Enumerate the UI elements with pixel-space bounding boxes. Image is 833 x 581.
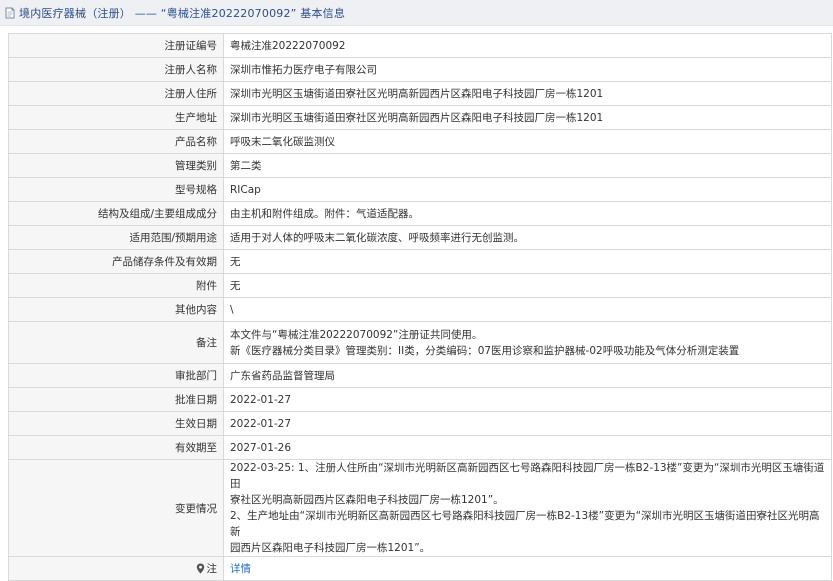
row-value: 第二类 xyxy=(223,153,832,178)
row-label: 其他内容 xyxy=(8,297,224,322)
table-row: 结构及组成/主要组成成分 由主机和附件组成。附件：气道适配器。 xyxy=(8,201,832,226)
document-icon xyxy=(4,7,16,19)
table-row: 产品储存条件及有效期无 xyxy=(8,249,832,274)
table-row: 备注 本文件与“粤械注准20222070092”注册证共同使用。新《医疗器械分类目… xyxy=(8,321,832,364)
table-row-footer: 注详情 xyxy=(8,556,832,581)
row-value: 2022-03-25: 1、注册人住所由“深圳市光明新区高新园西区七号路森阳科技… xyxy=(223,459,832,557)
row-value: RICap xyxy=(223,177,832,202)
row-value-line: 2022-03-25: 1、注册人住所由“深圳市光明新区高新园西区七号路森阳科技… xyxy=(230,462,825,490)
row-value: 2022-01-27 xyxy=(223,411,832,436)
footer-value-cell: 详情 xyxy=(223,556,832,581)
row-value: 广东省药品监督管理局 xyxy=(223,363,832,388)
row-value: 深圳市惟拓力医疗电子有限公司 xyxy=(223,57,832,82)
details-link[interactable]: 详情 xyxy=(230,563,251,575)
table-row: 审批部门 广东省药品监督管理局 xyxy=(8,363,832,388)
row-label: 管理类别 xyxy=(8,153,224,178)
row-value-line: 广东省药品监督管理局 xyxy=(230,369,335,382)
page-header: 境内医疗器械（注册） —— “粤械注准20222070092” 基本信息 xyxy=(0,0,833,26)
row-value: 本文件与“粤械注准20222070092”注册证共同使用。新《医疗器械分类目录》… xyxy=(223,321,832,364)
row-label: 附件 xyxy=(8,273,224,298)
table-row: 变更情况 2022-03-25: 1、注册人住所由“深圳市光明新区高新园西区七号路… xyxy=(8,459,832,557)
footer-label-cell: 注 xyxy=(8,556,224,581)
row-value-line: 2022-01-27 xyxy=(230,417,292,430)
table-row: 其他内容 \ xyxy=(8,297,832,322)
row-label: 注册人住所 xyxy=(8,81,224,106)
row-value: 无 xyxy=(223,249,832,274)
table-row: 附件无 xyxy=(8,273,832,298)
row-value-line: 园西片区森阳电子科技园厂房一栋1201”。 xyxy=(230,542,431,554)
location-pin-icon xyxy=(196,563,205,574)
table-row: 注册人名称 深圳市惟拓力医疗电子有限公司 xyxy=(8,57,832,82)
row-value: 无 xyxy=(223,273,832,298)
row-value: 粤械注准20222070092 xyxy=(223,33,832,58)
row-label: 产品储存条件及有效期 xyxy=(8,249,224,274)
footer-label-group: 注 xyxy=(196,561,218,576)
table-row: 注册人住所 深圳市光明区玉塘街道田寮社区光明高新园西片区森阳电子科技园厂房一栋12… xyxy=(8,81,832,106)
table-row: 批准日期 2022-01-27 xyxy=(8,387,832,412)
row-value-line: 2027-01-26 xyxy=(230,441,292,454)
row-value-line: 适用于对人体的呼吸末二氧化碳浓度、呼吸频率进行无创监测。 xyxy=(230,231,524,244)
row-label: 注册人名称 xyxy=(8,57,224,82)
row-value-line: 2、生产地址由“深圳市光明新区高新园西区七号路森阳科技园厂房一栋B2-13楼”变… xyxy=(230,510,820,538)
table-row: 管理类别 第二类 xyxy=(8,153,832,178)
row-label: 审批部门 xyxy=(8,363,224,388)
row-value-line: 无 xyxy=(230,279,241,292)
row-value: 深圳市光明区玉塘街道田寮社区光明高新园西片区森阳电子科技园厂房一栋1201 xyxy=(223,81,832,106)
table-row: 有效期至 2027-01-26 xyxy=(8,435,832,460)
row-label: 有效期至 xyxy=(8,435,224,460)
info-table-body: 注册证编号 粤械注准20222070092 注册人名称 深圳市惟拓力医疗电子有限公司注… xyxy=(8,33,832,581)
row-value: \ xyxy=(223,297,832,322)
row-label: 生产地址 xyxy=(8,105,224,130)
row-value: 由主机和附件组成。附件：气道适配器。 xyxy=(223,201,832,226)
row-value-line: \ xyxy=(230,303,234,316)
row-value: 2022-01-27 xyxy=(223,387,832,412)
row-label: 批准日期 xyxy=(8,387,224,412)
row-value-line: 粤械注准20222070092 xyxy=(230,39,346,52)
row-value-line: 呼吸末二氧化碳监测仪 xyxy=(230,135,335,148)
table-row: 注册证编号 粤械注准20222070092 xyxy=(8,33,832,58)
row-value: 适用于对人体的呼吸末二氧化碳浓度、呼吸频率进行无创监测。 xyxy=(223,225,832,250)
row-label: 注册证编号 xyxy=(8,33,224,58)
row-label: 产品名称 xyxy=(8,129,224,154)
info-table: 注册证编号 粤械注准20222070092 注册人名称 深圳市惟拓力医疗电子有限公司注… xyxy=(8,33,832,581)
row-label: 型号规格 xyxy=(8,177,224,202)
table-row: 型号规格 RICap xyxy=(8,177,832,202)
row-label: 结构及组成/主要组成成分 xyxy=(8,201,224,226)
row-value-line: 深圳市光明区玉塘街道田寮社区光明高新园西片区森阳电子科技园厂房一栋1201 xyxy=(230,111,604,124)
row-value-line: 寮社区光明高新园西片区森阳电子科技园厂房一栋1201”。 xyxy=(230,494,504,506)
row-label: 备注 xyxy=(8,321,224,364)
row-value: 呼吸末二氧化碳监测仪 xyxy=(223,129,832,154)
row-label: 生效日期 xyxy=(8,411,224,436)
row-value-line: 深圳市惟拓力医疗电子有限公司 xyxy=(230,63,377,76)
row-label: 变更情况 xyxy=(8,459,224,557)
table-row: 生效日期 2022-01-27 xyxy=(8,411,832,436)
table-row: 适用范围/预期用途 适用于对人体的呼吸末二氧化碳浓度、呼吸频率进行无创监测。 xyxy=(8,225,832,250)
row-value-line: 深圳市光明区玉塘街道田寮社区光明高新园西片区森阳电子科技园厂房一栋1201 xyxy=(230,87,604,100)
row-label: 适用范围/预期用途 xyxy=(8,225,224,250)
footer-label: 注 xyxy=(206,562,218,575)
info-table-container: 注册证编号 粤械注准20222070092 注册人名称 深圳市惟拓力医疗电子有限公司注… xyxy=(8,33,832,581)
table-row: 产品名称 呼吸末二氧化碳监测仪 xyxy=(8,129,832,154)
table-row: 生产地址 深圳市光明区玉塘街道田寮社区光明高新园西片区森阳电子科技园厂房一栋120… xyxy=(8,105,832,130)
row-value-line: RICap xyxy=(230,183,261,196)
row-value-line: 新《医疗器械分类目录》管理类别：II类，分类编码：07医用诊察和监护器械-02呼… xyxy=(230,344,740,357)
row-value-line: 由主机和附件组成。附件：气道适配器。 xyxy=(230,207,419,220)
row-value: 深圳市光明区玉塘街道田寮社区光明高新园西片区森阳电子科技园厂房一栋1201 xyxy=(223,105,832,130)
row-value-line: 2022-01-27 xyxy=(230,393,292,406)
row-value-line: 第二类 xyxy=(230,159,262,172)
page-title: 境内医疗器械（注册） —— “粤械注准20222070092” 基本信息 xyxy=(19,6,346,20)
row-value-line: 本文件与“粤械注准20222070092”注册证共同使用。 xyxy=(230,328,483,341)
row-value: 2027-01-26 xyxy=(223,435,832,460)
row-value-line: 无 xyxy=(230,255,241,268)
